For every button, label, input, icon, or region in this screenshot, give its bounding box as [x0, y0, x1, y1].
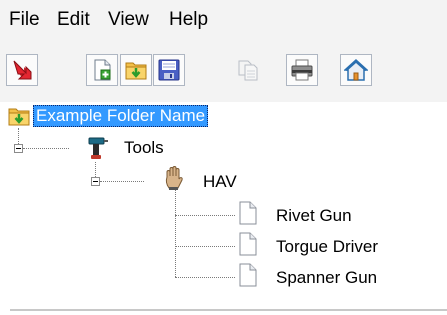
- tree-view: Example Folder Name Tools HAV Rivet Gun …: [0, 102, 447, 302]
- new-button[interactable]: [86, 54, 118, 86]
- tree-tools-label[interactable]: Tools: [124, 138, 164, 158]
- exit-arrow-icon: [13, 60, 32, 80]
- save-disk-icon: [158, 59, 180, 81]
- tree-connector: [100, 181, 144, 182]
- tree-connector: [175, 277, 235, 278]
- hand-icon: [165, 166, 183, 190]
- folder-arrow-icon: [8, 108, 30, 126]
- menu-edit[interactable]: Edit: [55, 9, 92, 31]
- print-button[interactable]: [286, 54, 318, 86]
- tree-hav-label[interactable]: HAV: [203, 172, 237, 192]
- menu-view[interactable]: View: [106, 9, 151, 31]
- tree-item-label[interactable]: Torgue Driver: [276, 237, 378, 257]
- tree-item-label[interactable]: Spanner Gun: [276, 268, 377, 288]
- divider: [10, 309, 447, 311]
- home-icon: [344, 58, 368, 81]
- tree-connector: [23, 148, 69, 149]
- tools-collapse-toggle[interactable]: [14, 144, 23, 153]
- open-button[interactable]: [120, 54, 152, 86]
- tree-item-label[interactable]: Rivet Gun: [276, 206, 352, 226]
- menu-bar: File Edit View Help: [0, 0, 447, 40]
- menu-help[interactable]: Help: [167, 9, 210, 31]
- new-document-icon: [94, 59, 111, 81]
- exit-button[interactable]: [6, 54, 38, 86]
- document-icon: [239, 232, 257, 256]
- open-folder-icon: [125, 62, 147, 80]
- tree-connector: [175, 246, 235, 247]
- document-icon: [239, 263, 257, 287]
- toolbar: [0, 40, 447, 102]
- save-button[interactable]: [153, 54, 185, 86]
- print-icon: [291, 59, 313, 81]
- copy-button[interactable]: [232, 54, 264, 86]
- drill-icon: [88, 137, 108, 159]
- document-icon: [239, 201, 257, 225]
- tree-connector: [175, 190, 176, 277]
- copy-document-icon: [238, 60, 258, 81]
- tree-root-label[interactable]: Example Folder Name: [33, 105, 209, 127]
- home-button[interactable]: [340, 54, 372, 86]
- hav-collapse-toggle[interactable]: [91, 177, 100, 186]
- tree-connector: [175, 215, 235, 216]
- menu-file[interactable]: File: [7, 9, 42, 31]
